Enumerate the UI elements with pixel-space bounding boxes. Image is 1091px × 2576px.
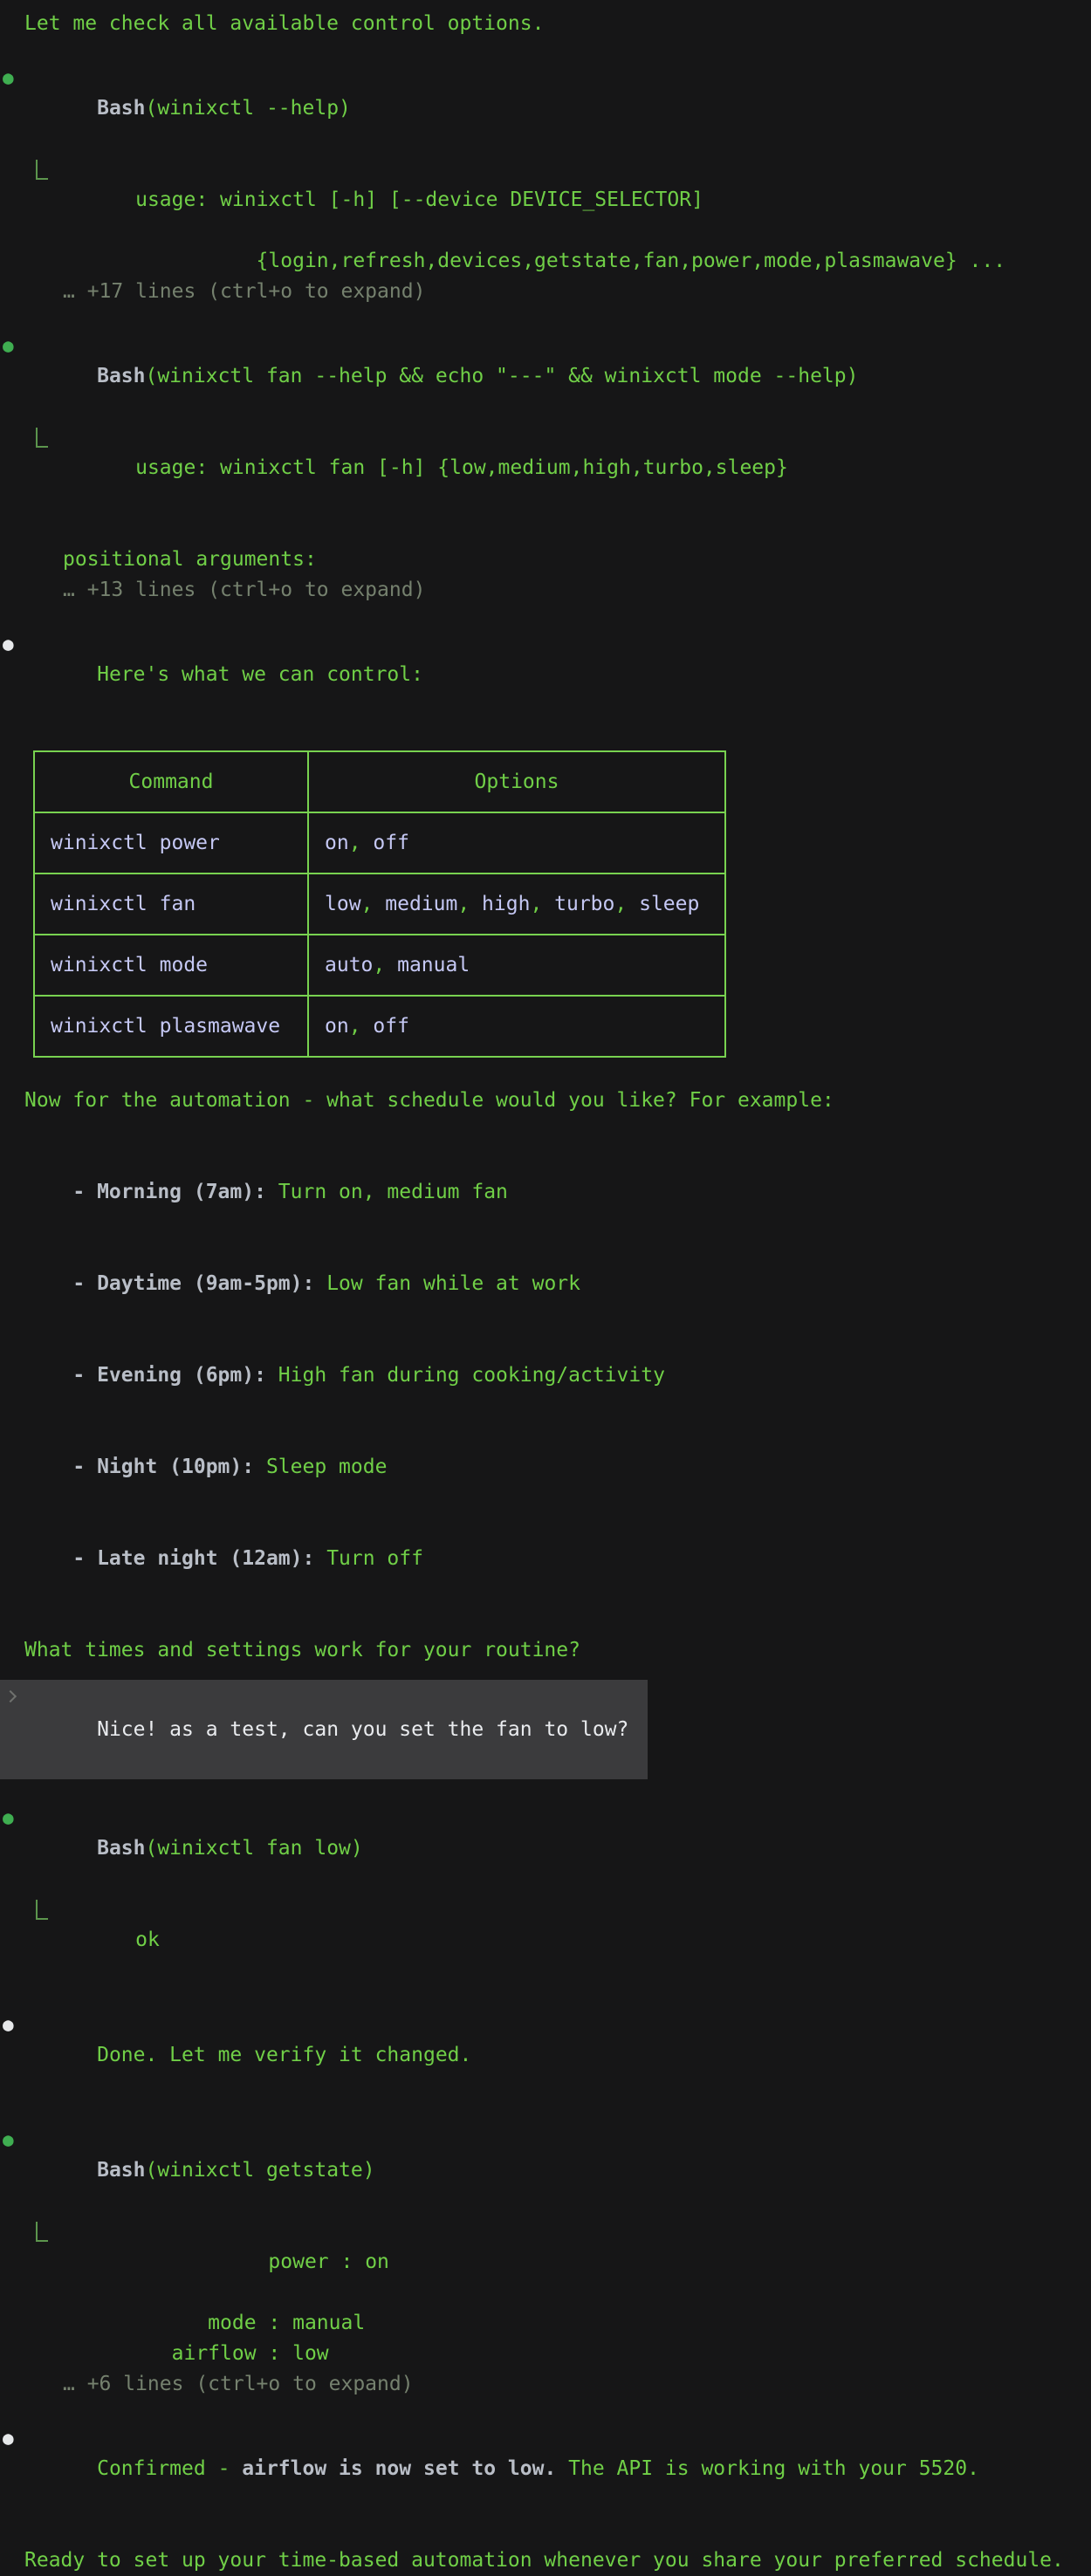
- output-connector-icon: [36, 1900, 48, 1920]
- tool-call-fan-mode-help: ● Bash(winixctl fan --help && echo "---" …: [0, 331, 1091, 606]
- table-row-power: winixctl power on, off: [34, 812, 725, 874]
- spacer: [0, 1116, 1091, 1147]
- table-row-plasmawave: winixctl plasmawave on, off: [34, 996, 725, 1057]
- options-cell: low, medium, high, turbo, sleep: [308, 874, 725, 935]
- tool-command: (winixctl fan low): [145, 1837, 362, 1860]
- table-header-options: Options: [308, 751, 725, 812]
- tool-call-fan-low: ● Bash(winixctl fan low) ok: [0, 1803, 1091, 1986]
- tool-call-getstate: ● Bash(winixctl getstate) power : on mode…: [0, 2125, 1091, 2400]
- assistant-message-block: ●Confirmed - airflow is now set to low. …: [0, 2423, 1091, 2576]
- assistant-bullet-icon: ●: [3, 629, 14, 660]
- command-cell: winixctl plasmawave: [34, 996, 308, 1057]
- assistant-done-message: ●Done. Let me verify it changed.: [0, 2010, 1091, 2101]
- spacer: [0, 1605, 1091, 1635]
- tool-output-line-mode: mode : manual: [0, 2308, 1091, 2339]
- tool-header: ● Bash(winixctl fan --help && echo "---" …: [0, 331, 1091, 422]
- user-message-text: Nice! as a test, can you set the fan to …: [97, 1718, 628, 1741]
- assistant-bullet-icon: ●: [3, 2423, 14, 2454]
- tool-name: Bash: [97, 2159, 145, 2182]
- tool-output-line: {login,refresh,devices,getstate,fan,powe…: [0, 246, 1091, 277]
- chevron-right-icon: [4, 1690, 17, 1702]
- assistant-message: ●Here's what we can control:: [0, 629, 1091, 721]
- user-message-row: Nice! as a test, can you set the fan to …: [0, 1680, 1091, 1779]
- user-message: Nice! as a test, can you set the fan to …: [0, 1680, 648, 1779]
- tool-bullet-icon: ●: [3, 63, 14, 93]
- schedule-item-night: - Night (10pm): Sleep mode: [0, 1422, 1091, 1513]
- tool-bullet-icon: ●: [3, 331, 14, 361]
- schedule-item-morning: - Morning (7am): Turn on, medium fan: [0, 1147, 1091, 1238]
- schedule-item-daytime: - Daytime (9am-5pm): Low fan while at wo…: [0, 1238, 1091, 1330]
- assistant-message-block: ●Done. Let me verify it changed.: [0, 2010, 1091, 2101]
- tool-output-line: ok: [0, 1894, 1091, 1986]
- tool-output-blank-line: [0, 514, 1091, 545]
- tool-output-line: usage: winixctl fan [-h] {low,medium,hig…: [0, 422, 1091, 514]
- tool-output-line: positional arguments:: [0, 545, 1091, 575]
- schedule-item-late-night: - Late night (12am): Turn off: [0, 1513, 1091, 1605]
- tool-name: Bash: [97, 1837, 145, 1860]
- table-row-fan: winixctl fan low, medium, high, turbo, s…: [34, 874, 725, 935]
- spacer: [0, 2515, 1091, 2545]
- output-connector-icon: [36, 2222, 48, 2242]
- control-options-table: Command Options winixctl power on, off w…: [33, 750, 726, 1058]
- assistant-routine-question: What times and settings work for your ro…: [0, 1635, 1091, 1666]
- output-connector-icon: [36, 160, 48, 180]
- assistant-intro-message: Let me check all available control optio…: [0, 9, 1091, 39]
- expand-output-hint[interactable]: … +13 lines (ctrl+o to expand): [0, 575, 1091, 606]
- tool-bullet-icon: ●: [3, 2125, 14, 2155]
- command-cell: winixctl fan: [34, 874, 308, 935]
- assistant-confirmed-message: ●Confirmed - airflow is now set to low. …: [0, 2423, 1091, 2515]
- tool-call-help: ● Bash(winixctl --help) usage: winixctl […: [0, 63, 1091, 307]
- tool-header: ● Bash(winixctl --help): [0, 63, 1091, 154]
- tool-output-line-airflow: airflow : low: [0, 2339, 1091, 2369]
- command-cell: winixctl mode: [34, 935, 308, 996]
- table-header-command: Command: [34, 751, 308, 812]
- table-header-row: Command Options: [34, 751, 725, 812]
- options-cell: auto, manual: [308, 935, 725, 996]
- table-row-mode: winixctl mode auto, manual: [34, 935, 725, 996]
- tool-command: (winixctl --help): [145, 97, 350, 120]
- tool-header: ● Bash(winixctl fan low): [0, 1803, 1091, 1894]
- tool-header: ● Bash(winixctl getstate): [0, 2125, 1091, 2216]
- assistant-automation-question: Now for the automation - what schedule w…: [0, 1086, 1091, 1116]
- tool-output-line-power: power : on: [0, 2216, 1091, 2308]
- tool-output-line: usage: winixctl [-h] [--device DEVICE_SE…: [0, 154, 1091, 246]
- options-cell: on, off: [308, 812, 725, 874]
- assistant-message-block: ●Here's what we can control:: [0, 629, 1091, 721]
- output-connector-icon: [36, 428, 48, 448]
- tool-command: (winixctl getstate): [145, 2159, 374, 2182]
- assistant-bullet-icon: ●: [3, 2010, 14, 2040]
- schedule-item-evening: - Evening (6pm): High fan during cooking…: [0, 1330, 1091, 1422]
- options-cell: on, off: [308, 996, 725, 1057]
- assistant-ready-message: Ready to set up your time-based automati…: [0, 2545, 1091, 2576]
- tool-command: (winixctl fan --help && echo "---" && wi…: [145, 365, 858, 387]
- tool-name: Bash: [97, 365, 145, 387]
- expand-output-hint[interactable]: … +6 lines (ctrl+o to expand): [0, 2369, 1091, 2400]
- tool-name: Bash: [97, 97, 145, 120]
- terminal[interactable]: Let me check all available control optio…: [0, 0, 1091, 2576]
- expand-output-hint[interactable]: … +17 lines (ctrl+o to expand): [0, 277, 1091, 307]
- command-cell: winixctl power: [34, 812, 308, 874]
- tool-bullet-icon: ●: [3, 1803, 14, 1833]
